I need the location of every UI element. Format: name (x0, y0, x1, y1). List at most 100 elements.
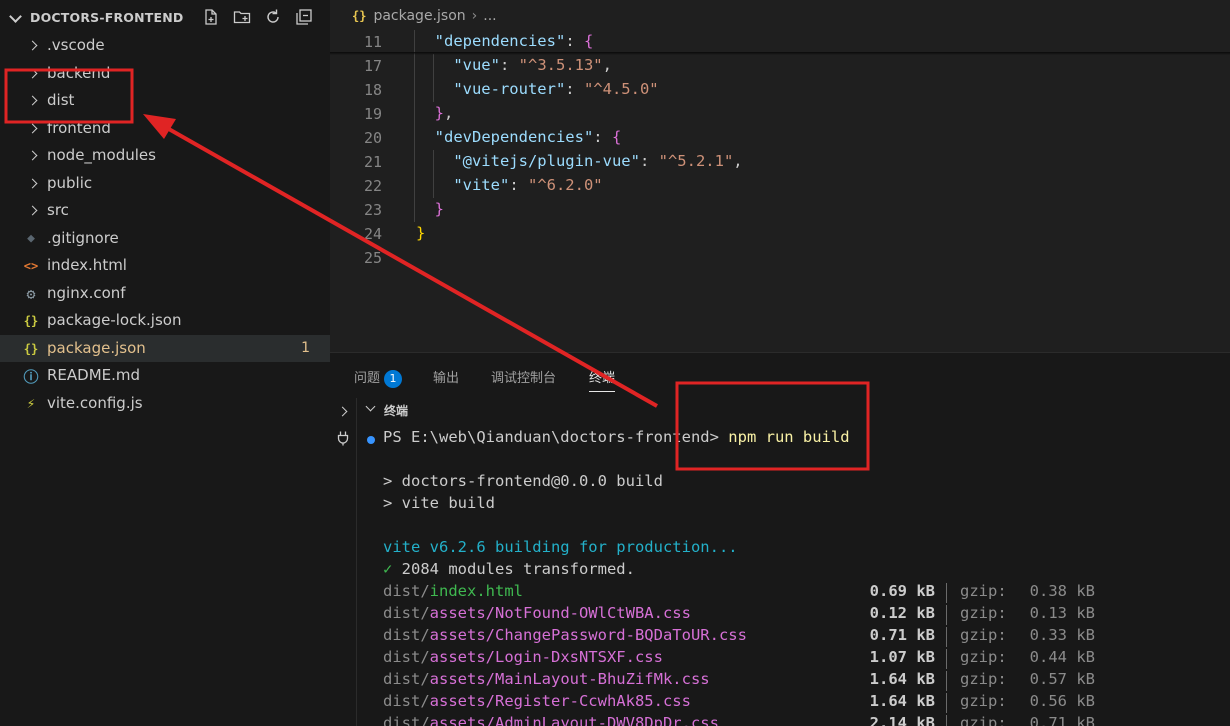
code-text: "vue-router": "^4.5.0" (453, 80, 658, 98)
terminal-output[interactable]: PS E:\web\Qianduan\doctors-frontend> npm… (358, 420, 1230, 726)
tree-folder-public[interactable]: public (0, 170, 330, 198)
tree-item-label: dist (47, 91, 75, 109)
code-text: "devDependencies": { (435, 128, 622, 146)
code-token: { (611, 128, 622, 146)
line-number: 21 (363, 153, 382, 171)
code-editor[interactable]: {} package.json › ... 11 "dependencies": … (330, 0, 1230, 352)
indent-guide (414, 30, 415, 54)
new-folder-icon[interactable] (231, 6, 253, 28)
modules-line: ✓ 2084 modules transformed. (383, 560, 635, 578)
tree-file-package-lock-json[interactable]: {} package-lock.json (0, 307, 330, 335)
tree-folder-backend[interactable]: backend (0, 60, 330, 88)
file-name: assets/NotFound-OWlCtWBA.css (429, 604, 691, 622)
code-token: } (434, 200, 444, 218)
tree-file-package-json[interactable]: {} package.json 1 (0, 334, 330, 362)
tree-folder-dist[interactable]: dist (0, 87, 330, 115)
code-line[interactable]: 24} (330, 222, 1230, 246)
code-text: }, (435, 104, 454, 122)
command-text: npm run build (728, 428, 850, 446)
breadcrumb-symbol[interactable]: ... (483, 8, 496, 24)
code-line[interactable]: 25 (330, 246, 1230, 270)
code-line[interactable]: 11 "dependencies": { (330, 30, 1230, 54)
code-line[interactable]: 21 "@vitejs/plugin-vue": "^5.2.1", (330, 150, 1230, 174)
tree-file-nginx-conf[interactable]: ⚙ nginx.conf (0, 280, 330, 308)
script-line: > vite build (383, 494, 495, 512)
chevron-right-icon (27, 95, 38, 106)
tree-item-label: package-lock.json (47, 311, 182, 329)
vite-building-line: vite v6.2.6 building for production... (383, 538, 738, 556)
breadcrumb-file[interactable]: package.json (373, 8, 465, 24)
plug-icon[interactable] (335, 430, 351, 446)
code-lines[interactable]: 11 "dependencies": { 17 "vue": "^3.5.13", 18… (330, 30, 1230, 270)
column-divider (946, 671, 947, 691)
code-token: : (509, 176, 528, 194)
chevron-down-icon[interactable] (9, 10, 22, 23)
tree-folder-frontend[interactable]: frontend (0, 115, 330, 143)
code-line[interactable]: 22 "vite": "^6.2.0" (330, 174, 1230, 198)
collapse-all-icon[interactable] (293, 6, 315, 28)
code-token: "^4.5.0" (583, 80, 659, 98)
file-dir: dist/ (383, 714, 430, 726)
tree-file-readme-md[interactable]: ⓘ README.md (0, 362, 330, 390)
terminal-title: 终端 (384, 404, 409, 418)
new-file-icon[interactable] (200, 6, 222, 28)
tree-folder-src[interactable]: src (0, 197, 330, 225)
explorer-header[interactable]: DOCTORS-FRONTEND (0, 0, 330, 35)
code-token: , (733, 152, 743, 170)
tree-folder-node-modules[interactable]: node_modules (0, 142, 330, 170)
gzip-size: 0.38 kB (1029, 582, 1095, 600)
file-dir: dist/ (383, 648, 430, 666)
code-text: "vue": "^3.5.13", (453, 56, 612, 74)
column-divider (946, 693, 947, 713)
code-line[interactable]: 18 "vue-router": "^4.5.0" (330, 78, 1230, 102)
problems-count-badge: 1 (384, 369, 403, 388)
tree-item-label: public (47, 173, 93, 192)
line-number: 19 (363, 105, 382, 123)
code-line[interactable]: 19}, (330, 102, 1230, 126)
check-icon: ✓ (383, 560, 393, 578)
file-name: assets/AdminLayout-DWV8DpDr.css (429, 714, 719, 726)
line-number: 24 (363, 225, 382, 243)
script-line: > doctors-frontend@0.0.0 build (383, 472, 663, 490)
gzip-size: 0.13 kB (1029, 604, 1095, 622)
build-file-row: dist/assets/MainLayout-BhuZifMk.css (383, 670, 710, 688)
refresh-icon[interactable] (262, 6, 284, 28)
tab-output[interactable]: 输出 (433, 367, 459, 386)
tree-folder-vscode[interactable]: .vscode (0, 32, 330, 60)
line-number: 23 (363, 201, 382, 219)
code-line[interactable]: 20 "devDependencies": { (330, 126, 1230, 150)
json-icon: {} (23, 314, 39, 328)
indent-guide (414, 198, 415, 222)
vite-icon: ⚡ (26, 395, 36, 412)
terminal-prompt-line: PS E:\web\Qianduan\doctors-frontend> npm… (383, 428, 850, 446)
tab-terminal[interactable]: 终端 (589, 367, 616, 392)
info-icon: ⓘ (23, 367, 39, 386)
tab-debug-console[interactable]: 调试控制台 (491, 367, 556, 386)
json-icon: {} (23, 341, 39, 356)
breadcrumb-separator: › (471, 8, 478, 24)
breadcrumb: {} package.json › ... (330, 0, 1230, 32)
tree-file-index-html[interactable]: <> index.html (0, 252, 330, 280)
code-line[interactable]: 17 "vue": "^3.5.13", (330, 54, 1230, 78)
chevron-down-icon[interactable] (365, 401, 376, 412)
file-size: 1.07 kB (869, 648, 935, 666)
code-token: : (499, 56, 519, 74)
prompt-text: PS E:\web\Qianduan\doctors-frontend> (383, 428, 729, 446)
chevron-right-icon (27, 205, 38, 216)
build-file-row: dist/assets/Register-CcwhAk85.css (383, 692, 691, 710)
tab-label: 问题 (354, 371, 381, 386)
column-divider (946, 583, 947, 603)
chevron-right-icon[interactable] (337, 406, 348, 417)
build-file-row: dist/assets/AdminLayout-DWV8DpDr.css (383, 714, 719, 726)
build-file-row: dist/index.html (383, 582, 523, 600)
tree-file-vite-config-js[interactable]: ⚡ vite.config.js (0, 390, 330, 418)
code-token: "@vitejs/plugin-vue" (453, 152, 640, 170)
line-number: 17 (363, 57, 382, 75)
tree-item-label: src (47, 201, 69, 219)
terminal-header[interactable]: 终端 (358, 398, 1230, 420)
tree-file-gitignore[interactable]: ◆ .gitignore (0, 225, 330, 253)
tab-problems[interactable]: 问题 1 (354, 367, 403, 388)
gzip-size: 0.56 kB (1029, 692, 1095, 710)
code-line[interactable]: 23} (330, 198, 1230, 222)
file-dir: dist/ (383, 692, 430, 710)
